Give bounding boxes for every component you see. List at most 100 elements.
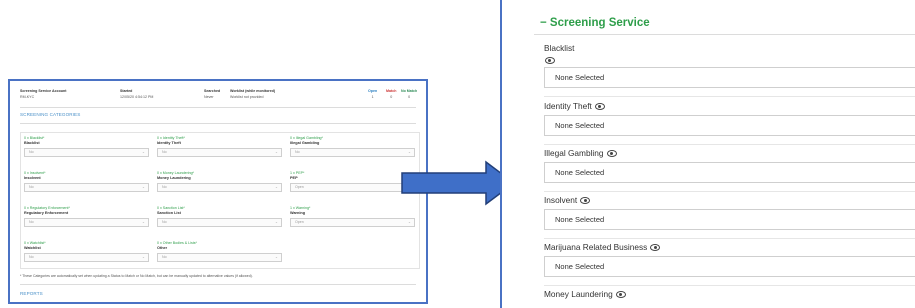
- select-value: None Selected: [555, 215, 605, 224]
- chevron-down-icon: ⌄: [141, 150, 145, 154]
- no-match-count[interactable]: No Match 0: [401, 89, 417, 100]
- searched-value: Never: [204, 95, 214, 99]
- select-value: No: [295, 150, 300, 154]
- select-value: None Selected: [555, 121, 605, 130]
- select-value: No: [162, 255, 167, 259]
- worklist-value: Worklist not provided: [230, 95, 264, 99]
- divider: [544, 144, 915, 145]
- category-select[interactable]: No ⌄: [157, 183, 282, 192]
- screening-summary-panel: Screening Service Account RM-KYC Started…: [8, 79, 428, 304]
- category-select[interactable]: No ⌄: [157, 253, 282, 262]
- identity-theft-select[interactable]: None Selected: [544, 115, 915, 136]
- field-label-row: Marijuana Related Business: [544, 242, 915, 253]
- select-value: No: [29, 220, 34, 224]
- match-label: Match: [386, 89, 397, 93]
- category-name: Warning: [290, 211, 306, 215]
- select-value: No: [29, 255, 34, 259]
- category-select[interactable]: No ⌄: [24, 183, 149, 192]
- category-select[interactable]: Open⌄: [290, 183, 415, 192]
- match-value: 0: [390, 95, 393, 99]
- categories-footnote: * These Categories are automatically set…: [20, 274, 253, 278]
- category-select[interactable]: No ⌄: [157, 148, 282, 157]
- started-header: Started 12/05/20 4:54:12 PM: [120, 89, 153, 100]
- category-regulatory-enforcement: 0 x Regulatory Enforcement* Regulatory E…: [24, 206, 149, 227]
- field-illegal-gambling: Illegal Gambling None Selected: [544, 148, 915, 192]
- select-value: Open: [295, 220, 304, 224]
- select-value: No: [162, 150, 167, 154]
- chevron-down-icon: ⌄: [274, 185, 278, 189]
- category-warning: 1 x Warning* Warning Open ⌄: [290, 206, 415, 227]
- select-value: No: [162, 185, 167, 189]
- category-illegal-gambling: 0 x Illegal Gambling* Illegal Gambling N…: [290, 136, 415, 157]
- field-label: Money Laundering: [544, 289, 613, 299]
- account-label: Screening Service Account: [20, 89, 67, 93]
- field-label: Illegal Gambling: [544, 148, 604, 158]
- screening-service-title[interactable]: − Screening Service: [540, 17, 650, 29]
- match-count[interactable]: Match 0: [386, 89, 396, 100]
- eye-icon[interactable]: [594, 103, 605, 111]
- field-insolvent: Insolvent None Selected: [544, 195, 915, 239]
- field-label-row: Illegal Gambling: [544, 148, 915, 159]
- worklist-header: Worklist (while monitored) Worklist not …: [230, 89, 275, 100]
- insolvent-select[interactable]: None Selected: [544, 209, 915, 230]
- account-header: Screening Service Account RM-KYC: [20, 89, 66, 100]
- no-match-value: 0: [408, 95, 411, 99]
- chevron-down-icon: ⌄: [141, 255, 145, 259]
- eye-icon[interactable]: [580, 197, 591, 205]
- category-blacklist: 0 x Blacklist* Blacklist No ⌄: [24, 136, 149, 157]
- divider: [544, 238, 915, 239]
- category-select[interactable]: No ⌄: [24, 148, 149, 157]
- field-identity-theft: Identity Theft None Selected: [544, 101, 915, 145]
- category-name: Identity Theft: [157, 141, 181, 145]
- field-label: Marijuana Related Business: [544, 242, 648, 252]
- screening-categories-title: SCREENING CATEGORIES: [20, 112, 81, 117]
- category-select[interactable]: No ⌄: [24, 253, 149, 262]
- open-count[interactable]: Open 1: [368, 89, 377, 100]
- field-label-row: Identity Theft: [544, 101, 915, 112]
- category-name: Illegal Gambling: [290, 141, 320, 145]
- category-watchlist: 0 x Watchlist* Watchlist No ⌄: [24, 241, 149, 262]
- blacklist-select[interactable]: None Selected: [544, 67, 915, 88]
- category-other: 0 x Other Bodies & Lists* Other No ⌄: [157, 241, 282, 262]
- eye-icon[interactable]: [615, 291, 626, 299]
- chevron-down-icon: ⌄: [141, 220, 145, 224]
- chevron-down-icon: ⌄: [407, 150, 411, 154]
- divider: [534, 34, 915, 35]
- category-money-laundering: 0 x Money Laundering* Money Laundering N…: [157, 171, 282, 192]
- select-value: No: [29, 150, 34, 154]
- divider: [20, 123, 416, 124]
- category-select[interactable]: No ⌄: [24, 218, 149, 227]
- field-money-laundering: Money Laundering: [544, 289, 915, 300]
- category-name: Blacklist: [24, 141, 40, 145]
- field-blacklist: Blacklist None Selected: [544, 43, 915, 97]
- category-name: Money Laundering: [157, 176, 191, 180]
- category-name: Sanction List: [157, 211, 181, 215]
- category-select[interactable]: Open ⌄: [290, 218, 415, 227]
- started-value: 12/05/20 4:54:12 PM: [120, 95, 154, 99]
- eye-icon[interactable]: [606, 150, 617, 158]
- category-sanction-list: 0 x Sanction List* Sanction List No ⌄: [157, 206, 282, 227]
- category-select[interactable]: No ⌄: [157, 218, 282, 227]
- worklist-label: Worklist (while monitored): [230, 89, 276, 93]
- select-value: None Selected: [555, 262, 605, 271]
- searched-header: Searched Never: [204, 89, 220, 100]
- open-label: Open: [368, 89, 378, 93]
- select-value: None Selected: [555, 73, 605, 82]
- eye-icon[interactable]: [545, 57, 555, 64]
- chevron-down-icon: ⌄: [141, 185, 145, 189]
- divider: [544, 191, 915, 192]
- eye-icon[interactable]: [650, 244, 661, 252]
- chevron-down-icon: ⌄: [274, 220, 278, 224]
- chevron-down-icon: ⌄: [274, 150, 278, 154]
- illegal-gambling-select[interactable]: None Selected: [544, 162, 915, 183]
- select-value: No: [162, 220, 167, 224]
- category-name: PEP: [290, 176, 298, 180]
- divider: [544, 96, 915, 97]
- chevron-down-icon: ⌄: [407, 220, 411, 224]
- select-value: None Selected: [555, 168, 605, 177]
- marijuana-related-business-select[interactable]: None Selected: [544, 256, 915, 277]
- account-value: RM-KYC: [20, 95, 35, 99]
- category-pep: 1 x PEP* PEP Open⌄: [290, 171, 415, 192]
- category-select[interactable]: No ⌄: [290, 148, 415, 157]
- divider: [20, 284, 416, 285]
